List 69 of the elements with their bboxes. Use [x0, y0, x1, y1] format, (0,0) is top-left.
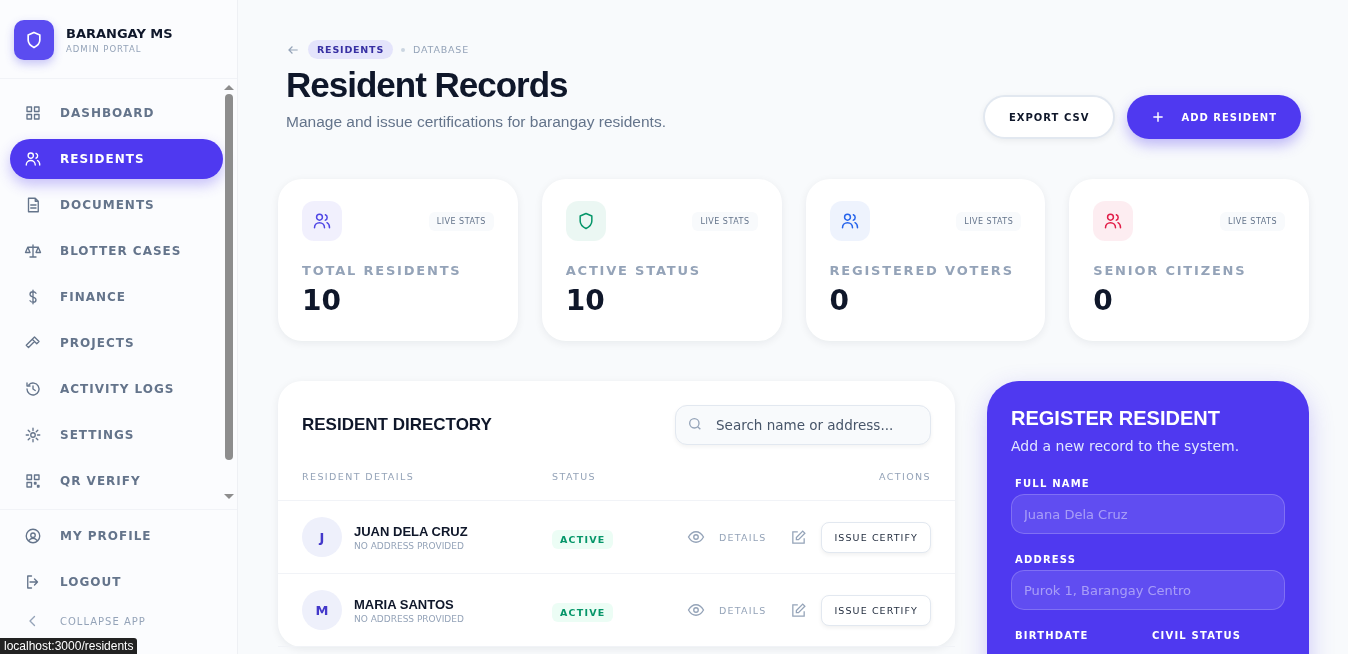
history-icon: [24, 380, 42, 398]
avatar-initial: J: [302, 517, 342, 557]
search-icon: [687, 416, 703, 432]
eye-icon[interactable]: [687, 601, 705, 619]
resident-address: NO ADDRESS PROVIDED: [354, 613, 464, 624]
shield-logo-icon: [14, 20, 54, 60]
issue-certify-button[interactable]: ISSUE CERTIFY: [821, 521, 931, 553]
stat-value: 0: [1093, 284, 1114, 317]
details-link[interactable]: DETAILS: [719, 604, 767, 616]
sidebar-item[interactable]: SETTINGS: [10, 415, 223, 455]
eye-icon[interactable]: [687, 528, 705, 546]
field-label: BIRTHDATE: [1014, 630, 1090, 641]
sidebar-item[interactable]: ACTIVITY LOGS: [10, 369, 223, 409]
resident-address: NO ADDRESS PROVIDED: [354, 540, 465, 551]
stat-label: REGISTERED VOTERS: [829, 263, 1015, 278]
sidebar-item[interactable]: LOGOUT: [10, 562, 227, 602]
register-title: REGISTER RESIDENT: [1011, 407, 1221, 430]
grid-icon: [24, 104, 42, 122]
edit-icon[interactable]: [790, 528, 808, 546]
column-header: RESIDENT DETAILS: [302, 471, 416, 482]
avatar-initial: M: [302, 590, 342, 630]
sidebar-item[interactable]: PROJECTS: [10, 323, 223, 363]
directory-title: RESIDENT DIRECTORY: [302, 415, 492, 435]
sidebar-item[interactable]: FINANCE: [10, 277, 223, 317]
status-badge: ACTIVE: [552, 602, 614, 622]
breadcrumb-section: DATABASE: [413, 44, 469, 55]
column-header: ACTIONS: [878, 471, 931, 482]
stat-value: 10: [302, 284, 342, 317]
qr-code-icon: [24, 472, 42, 490]
people-icon: [24, 150, 42, 168]
status-badge: ACTIVE: [552, 529, 614, 549]
register-subtitle: Add a new record to the system.: [1011, 438, 1241, 454]
sidebar-item[interactable]: RESIDENTS: [10, 139, 223, 179]
settings-icon: [24, 426, 42, 444]
sidebar-item[interactable]: BLOTTER CASES: [10, 231, 223, 271]
sidebar-item[interactable]: DASHBOARD: [10, 93, 223, 133]
field-label: FULL NAME: [1014, 478, 1091, 489]
stat-label: SENIOR CITIZENS: [1093, 263, 1248, 278]
status-url: localhost:3000/residents: [0, 638, 138, 654]
resident-name: MARIA SANTOS: [354, 596, 455, 612]
plus-icon: [1151, 110, 1166, 124]
scales-icon: [24, 242, 42, 260]
details-link[interactable]: DETAILS: [719, 531, 767, 543]
live-stats-badge: LIVE STATS: [956, 211, 1022, 231]
sidebar-item[interactable]: DOCUMENTS: [10, 185, 223, 225]
field-label: CIVIL STATUS: [1151, 630, 1243, 641]
live-stats-badge: LIVE STATS: [692, 211, 758, 231]
breadcrumb-current[interactable]: RESIDENTS: [308, 40, 394, 59]
brand-name: BARANGAY MS: [66, 26, 173, 41]
live-stats-badge: LIVE STATS: [1219, 211, 1285, 231]
stat-value: 10: [565, 284, 606, 317]
search-field[interactable]: Search name or address...: [675, 405, 931, 445]
resident-name: JUAN DELA CRUZ: [354, 523, 468, 539]
stat-label: ACTIVE STATUS: [565, 263, 702, 278]
column-header: STATUS: [552, 471, 598, 482]
page-subtitle: Manage and issue certifications for barangay residents.: [286, 113, 666, 131]
page-title: Resident Records: [286, 65, 569, 105]
field-label: ADDRESS: [1014, 554, 1078, 565]
sidebar-item[interactable]: COLLAPSE APP: [10, 608, 227, 634]
stat-value: 0: [829, 284, 850, 317]
issue-certify-button[interactable]: ISSUE CERTIFY: [821, 594, 931, 626]
add-resident-button[interactable]: ADD RESIDENT: [1127, 95, 1301, 139]
export-csv-button[interactable]: EXPORT CSV: [983, 95, 1116, 139]
brand-subtitle: ADMIN PORTAL: [66, 44, 143, 54]
stat-label: TOTAL RESIDENTS: [302, 263, 463, 278]
sidebar-item[interactable]: QR VERIFY: [10, 461, 223, 501]
sidebar-item[interactable]: MY PROFILE: [10, 516, 227, 556]
live-stats-badge: LIVE STATS: [428, 211, 494, 231]
edit-icon[interactable]: [790, 601, 808, 619]
